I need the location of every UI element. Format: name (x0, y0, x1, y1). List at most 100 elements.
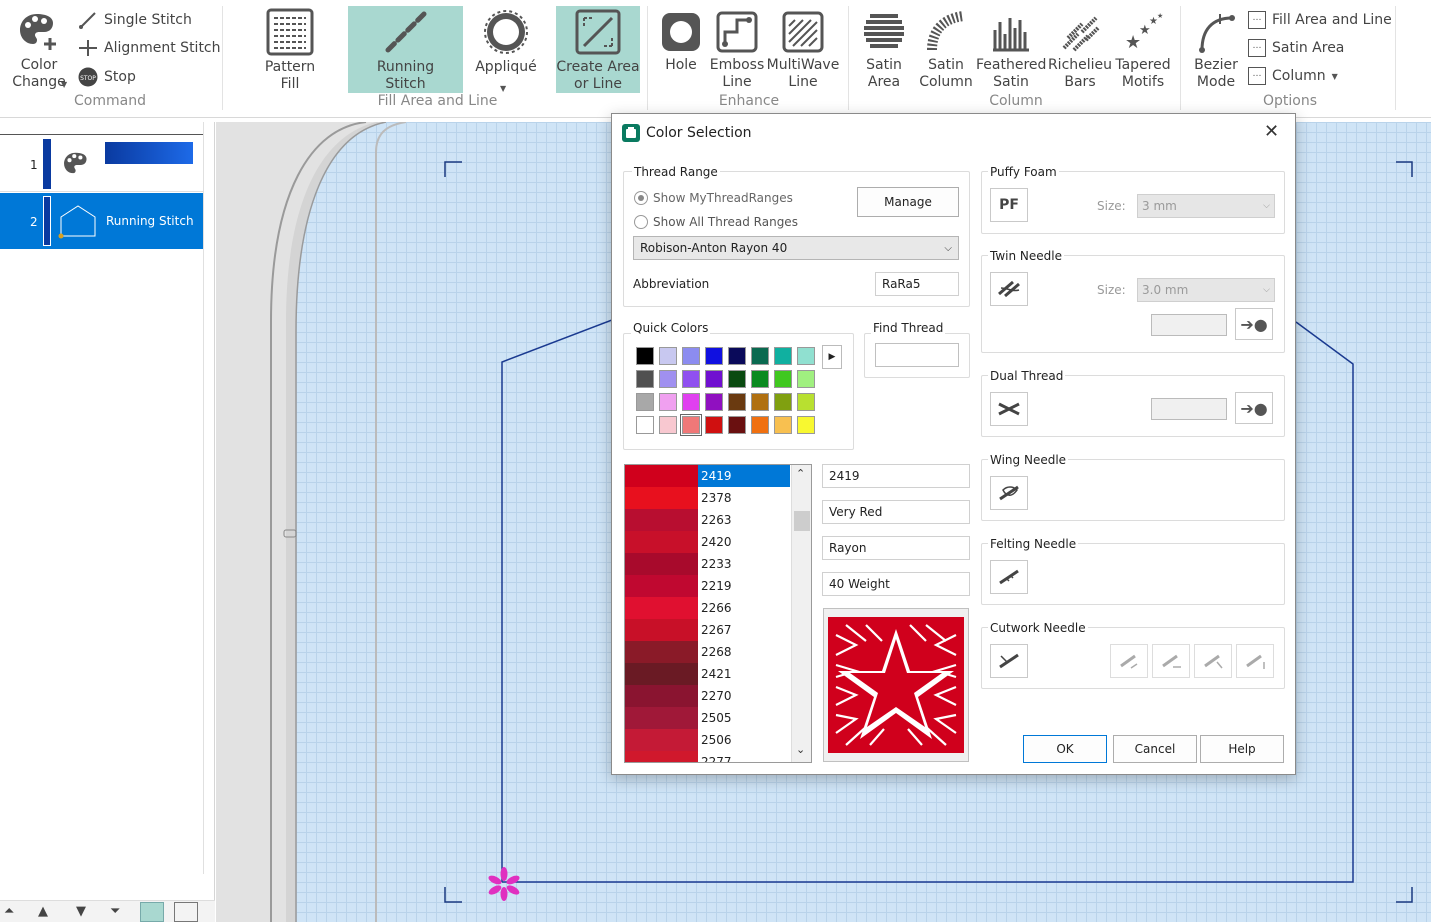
opt-satin-area-button[interactable]: … Satin Area (1248, 39, 1344, 57)
scroll-thumb[interactable] (794, 511, 810, 531)
move-down-icon[interactable]: ▼ (76, 904, 86, 919)
thread-list-row[interactable]: 2277 (625, 751, 790, 762)
satin-column-button[interactable]: Satin Column (916, 10, 976, 91)
group-icon[interactable] (140, 902, 164, 922)
stop-button[interactable]: STOP Stop (78, 67, 136, 87)
opt-column-button[interactable]: … Column ▼ (1248, 67, 1338, 85)
cutwork-angle-4-button[interactable] (1236, 644, 1274, 678)
dual-thread-button[interactable] (990, 392, 1028, 426)
cutwork-angle-1-button[interactable] (1110, 644, 1148, 678)
wing-needle-button[interactable] (990, 476, 1028, 510)
thread-list-row[interactable]: 2506 (625, 729, 790, 751)
quick-color-swatch[interactable] (659, 416, 677, 434)
satin-area-button[interactable]: Satin Area (856, 10, 912, 91)
quick-color-swatch[interactable] (751, 370, 769, 388)
quick-color-swatch[interactable] (774, 370, 792, 388)
quick-color-swatch[interactable] (682, 393, 700, 411)
abbreviation-field[interactable]: RaRa5 (875, 272, 959, 296)
quick-color-swatch[interactable] (636, 416, 654, 434)
create-area-button[interactable]: Create Area or Line (556, 6, 640, 93)
opt-fill-area-button[interactable]: … Fill Area and Line (1248, 11, 1392, 29)
twin-needle-button[interactable] (990, 272, 1028, 306)
bezier-mode-button[interactable]: Bezier Mode (1188, 10, 1244, 91)
quick-color-swatch[interactable] (636, 393, 654, 411)
multiwave-line-button[interactable]: MultiWave Line (766, 10, 840, 91)
thread-range-select[interactable]: Robison-Anton Rayon 40 ⌵ (633, 236, 959, 260)
show-all-ranges-radio[interactable]: Show All Thread Ranges (634, 215, 798, 229)
quick-color-swatch[interactable] (774, 416, 792, 434)
quick-color-swatch[interactable] (774, 393, 792, 411)
find-thread-input[interactable] (875, 343, 959, 367)
cutwork-angle-2-button[interactable] (1152, 644, 1190, 678)
thread-list-row[interactable]: 2505 (625, 707, 790, 729)
quick-color-swatch[interactable] (682, 370, 700, 388)
dual-color-button[interactable]: ➔● (1235, 392, 1273, 424)
sequence-item-selected[interactable]: 2 Running Stitch (0, 193, 203, 249)
single-stitch-button[interactable]: Single Stitch (78, 11, 192, 29)
thread-list-row[interactable]: 2266 (625, 597, 790, 619)
quick-color-swatch[interactable] (728, 370, 746, 388)
help-button[interactable]: Help (1200, 735, 1284, 763)
thread-list-scrollbar[interactable]: ⌃ ⌄ (791, 465, 811, 762)
quick-color-swatch[interactable] (751, 416, 769, 434)
thread-list-row[interactable]: 2268 (625, 641, 790, 663)
scroll-down-icon[interactable]: ⌄ (796, 743, 805, 756)
quick-color-swatch[interactable] (659, 393, 677, 411)
move-first-icon[interactable]: ⏶ (4, 904, 14, 919)
ungroup-icon[interactable] (174, 902, 198, 922)
ok-button[interactable]: OK (1023, 735, 1107, 763)
quick-color-swatch[interactable] (797, 347, 815, 365)
cutwork-angle-3-button[interactable] (1194, 644, 1232, 678)
thread-list-row[interactable]: 2219 (625, 575, 790, 597)
quick-color-swatch[interactable] (728, 347, 746, 365)
emboss-line-button[interactable]: Emboss Line (708, 10, 766, 91)
quick-color-swatch[interactable] (705, 416, 723, 434)
color-change-button[interactable]: Color Change (4, 10, 74, 91)
quick-color-swatch[interactable] (797, 416, 815, 434)
twin-color-button[interactable]: ➔● (1235, 308, 1273, 340)
thread-list-row[interactable]: 2419 (625, 465, 790, 487)
thread-list-row[interactable]: 2378 (625, 487, 790, 509)
quick-color-swatch[interactable] (728, 416, 746, 434)
move-last-icon[interactable]: ⏷ (110, 904, 120, 919)
hole-button[interactable]: Hole (658, 10, 704, 74)
quick-color-swatch[interactable] (751, 393, 769, 411)
thread-list-row[interactable]: 2263 (625, 509, 790, 531)
manage-button[interactable]: Manage (857, 187, 959, 217)
show-my-ranges-radio[interactable]: Show MyThreadRanges (634, 191, 793, 205)
move-up-icon[interactable]: ▲ (38, 904, 48, 919)
applique-button[interactable]: Appliqué (472, 8, 540, 76)
quick-color-swatch[interactable] (659, 370, 677, 388)
thread-list-row[interactable]: 2421 (625, 663, 790, 685)
quick-color-swatch[interactable] (680, 414, 702, 436)
felting-needle-button[interactable] (990, 560, 1028, 594)
alignment-stitch-button[interactable]: Alignment Stitch (78, 39, 221, 57)
quick-color-swatch[interactable] (636, 347, 654, 365)
quick-color-swatch[interactable] (705, 347, 723, 365)
scroll-up-icon[interactable]: ⌃ (796, 467, 805, 480)
pattern-fill-button[interactable]: Pattern Fill (255, 8, 325, 93)
quick-color-swatch[interactable] (659, 347, 677, 365)
cutwork-needle-button[interactable] (990, 644, 1028, 678)
tapered-motifs-button[interactable]: ★ ★ ★ ★ Tapered Motifs (1114, 10, 1172, 91)
feathered-satin-button[interactable]: Feathered Satin (976, 10, 1046, 91)
quick-color-swatch[interactable] (705, 370, 723, 388)
richelieu-bars-button[interactable]: Richelieu Bars (1046, 10, 1114, 91)
more-colors-arrow-icon[interactable]: ▶ (822, 345, 842, 369)
quick-color-swatch[interactable] (774, 347, 792, 365)
quick-color-swatch[interactable] (682, 347, 700, 365)
quick-color-swatch[interactable] (705, 393, 723, 411)
quick-color-swatch[interactable] (751, 347, 769, 365)
thread-list-row[interactable]: 2270 (625, 685, 790, 707)
close-icon[interactable]: ✕ (1264, 121, 1279, 142)
thread-list-row[interactable]: 2233 (625, 553, 790, 575)
cancel-button[interactable]: Cancel (1113, 735, 1197, 763)
running-stitch-button[interactable]: Running Stitch (348, 6, 463, 93)
quick-color-swatch[interactable] (797, 393, 815, 411)
thread-list-row[interactable]: 2420 (625, 531, 790, 553)
thread-list[interactable]: 2419 2378 2263 2420 2233 2219 2266 2267 2268 2421… (624, 464, 812, 763)
quick-color-swatch[interactable] (636, 370, 654, 388)
sequence-item[interactable]: 1 (0, 136, 203, 192)
puffy-foam-button[interactable]: PF (990, 188, 1028, 222)
quick-color-swatch[interactable] (797, 370, 815, 388)
